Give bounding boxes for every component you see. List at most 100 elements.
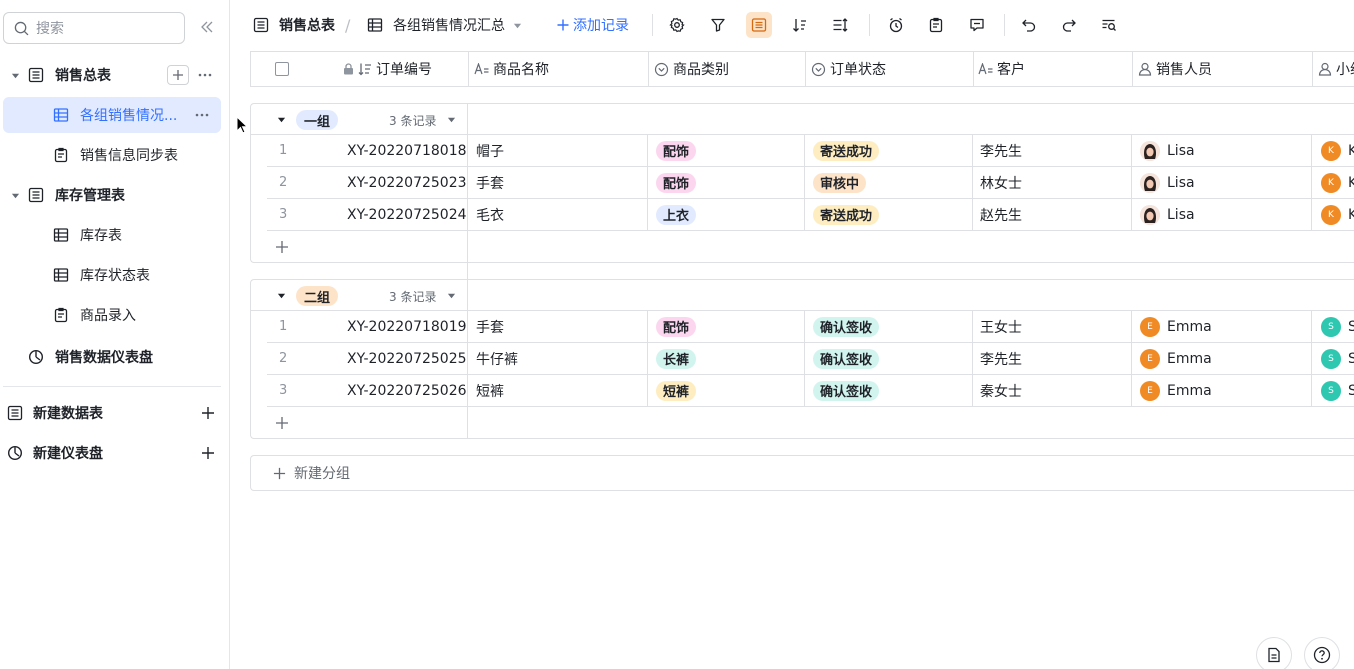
column-header-team[interactable]: 小组: [1318, 52, 1354, 86]
sidebar-item-sales-dashboard[interactable]: 销售数据仪表盘: [0, 339, 229, 375]
group-icon[interactable]: [746, 12, 772, 38]
column-header-product[interactable]: 商品名称: [474, 52, 549, 86]
status-cell[interactable]: 确认签收: [813, 375, 880, 406]
column-header-order-status[interactable]: 订单状态: [811, 52, 886, 86]
grid-header: 订单编号 商品名称 商品类别 订单状态 客户 销售人员 小: [250, 51, 1354, 87]
status-cell[interactable]: 寄送成功: [813, 199, 880, 230]
salesperson-cell[interactable]: Lisa: [1140, 167, 1195, 198]
more-icon[interactable]: [196, 65, 214, 85]
order-number-cell[interactable]: XY-20220725026: [347, 375, 467, 406]
group-tag: 一组: [296, 110, 339, 130]
salesperson-cell[interactable]: Lisa: [1140, 135, 1195, 166]
sidebar-item-inventory-table[interactable]: 库存管理表: [0, 177, 229, 213]
salesperson-cell[interactable]: Lisa: [1140, 199, 1195, 230]
status-cell[interactable]: 寄送成功: [813, 135, 880, 166]
team-cell[interactable]: KK: [1321, 167, 1354, 198]
search-records-icon[interactable]: [1096, 12, 1122, 38]
order-number-cell[interactable]: XY-20220725024: [347, 199, 467, 230]
customer-cell[interactable]: 秦女士: [980, 375, 1022, 406]
category-cell[interactable]: 配饰: [656, 311, 697, 342]
status-cell[interactable]: 确认签收: [813, 343, 880, 374]
new-table-button[interactable]: 新建数据表: [0, 395, 229, 431]
document-icon[interactable]: [1256, 637, 1292, 669]
sidebar-item-sales-table[interactable]: 销售总表: [0, 57, 229, 93]
column-header-order-no[interactable]: 订单编号: [343, 52, 432, 86]
product-name-cell[interactable]: 帽子: [476, 135, 504, 166]
sidebar-item-inventory[interactable]: 库存表: [0, 217, 229, 253]
sidebar-item-inventory-status[interactable]: 库存状态表: [0, 257, 229, 293]
add-icon[interactable]: [167, 65, 189, 85]
add-row-button[interactable]: [267, 407, 467, 438]
add-record-button[interactable]: 添加记录: [557, 0, 629, 50]
category-cell[interactable]: 短裤: [656, 375, 697, 406]
sidebar-item-sales-sync-form[interactable]: 销售信息同步表: [0, 137, 229, 173]
team-cell[interactable]: KK: [1321, 135, 1354, 166]
sidebar-item-product-entry[interactable]: 商品录入: [0, 297, 229, 333]
redo-icon[interactable]: [1056, 12, 1082, 38]
customer-cell[interactable]: 林女士: [980, 167, 1022, 198]
group-menu-caret-icon[interactable]: [447, 291, 456, 300]
order-number-cell[interactable]: XY-20220725023: [347, 167, 467, 198]
customer-cell[interactable]: 李先生: [980, 343, 1022, 374]
select-all-checkbox[interactable]: [275, 52, 289, 86]
undo-icon[interactable]: [1016, 12, 1042, 38]
category-cell[interactable]: 配饰: [656, 135, 697, 166]
order-number-cell[interactable]: XY-20220718018: [347, 135, 467, 166]
more-icon[interactable]: [193, 105, 211, 125]
salesperson-cell[interactable]: E Emma: [1140, 375, 1212, 406]
customer-cell[interactable]: 李先生: [980, 135, 1022, 166]
category-cell[interactable]: 上衣: [656, 199, 697, 230]
table-name-crumb[interactable]: 销售总表: [253, 0, 335, 50]
team-cell[interactable]: SS: [1321, 343, 1354, 374]
column-header-salesperson[interactable]: 销售人员: [1138, 52, 1212, 86]
add-icon[interactable]: [200, 405, 216, 421]
table-row[interactable]: 2 XY-20220725023 手套 配饰 审核中 林女士 Lisa K K: [267, 167, 1354, 199]
settings-icon[interactable]: [664, 12, 690, 38]
team-cell[interactable]: SS: [1321, 375, 1354, 406]
category-cell[interactable]: 长裤: [656, 343, 697, 374]
collapse-sidebar-icon[interactable]: [198, 18, 216, 36]
help-icon[interactable]: [1304, 637, 1340, 669]
caret-down-icon[interactable]: [277, 291, 286, 300]
comment-icon[interactable]: [964, 12, 990, 38]
caret-down-icon[interactable]: [277, 115, 286, 124]
table-row[interactable]: 1 XY-20220718019 手套 配饰 确认签收 王女士 E Emma S S: [267, 311, 1354, 343]
customer-cell[interactable]: 赵先生: [980, 199, 1022, 230]
product-name-cell[interactable]: 短裤: [476, 375, 504, 406]
reminder-clock-icon[interactable]: [883, 12, 909, 38]
status-cell[interactable]: 确认签收: [813, 311, 880, 342]
team-cell[interactable]: KK: [1321, 199, 1354, 230]
new-group-button[interactable]: 新建分组: [250, 455, 1354, 491]
table-row[interactable]: 3 XY-20220725024 毛衣 上衣 寄送成功 赵先生 Lisa K K: [267, 199, 1354, 231]
group-menu-caret-icon[interactable]: [447, 115, 456, 124]
caret-down-icon[interactable]: [10, 190, 20, 200]
table-row[interactable]: 1 XY-20220718018 帽子 配饰 寄送成功 李先生 Lisa K K: [267, 135, 1354, 167]
filter-icon[interactable]: [705, 12, 731, 38]
add-row-button[interactable]: [267, 231, 467, 262]
add-icon[interactable]: [200, 445, 216, 461]
caret-down-icon[interactable]: [10, 70, 20, 80]
product-name-cell[interactable]: 手套: [476, 311, 504, 342]
view-selector[interactable]: 各组销售情况汇总: [367, 0, 522, 50]
order-number-cell[interactable]: XY-20220725025: [347, 343, 467, 374]
category-cell[interactable]: 配饰: [656, 167, 697, 198]
team-cell[interactable]: SS: [1321, 311, 1354, 342]
search-input[interactable]: 搜索: [3, 12, 185, 44]
customer-cell[interactable]: 王女士: [980, 311, 1022, 342]
table-row[interactable]: 3 XY-20220725026 短裤 短裤 确认签收 秦女士 E Emma S S: [267, 375, 1354, 407]
form-view-icon[interactable]: [923, 12, 949, 38]
product-name-cell[interactable]: 毛衣: [476, 199, 504, 230]
sort-icon[interactable]: [787, 12, 813, 38]
order-number-cell[interactable]: XY-20220718019: [347, 311, 467, 342]
column-header-customer[interactable]: 客户: [978, 52, 1025, 86]
table-row[interactable]: 2 XY-20220725025 牛仔裤 长裤 确认签收 李先生 E Emma S S: [267, 343, 1354, 375]
new-dashboard-button[interactable]: 新建仪表盘: [0, 435, 229, 471]
salesperson-cell[interactable]: E Emma: [1140, 343, 1212, 374]
sidebar-item-group-sales-view[interactable]: 各组销售情况...: [3, 97, 221, 133]
salesperson-cell[interactable]: E Emma: [1140, 311, 1212, 342]
column-header-category[interactable]: 商品类别: [654, 52, 729, 86]
status-cell[interactable]: 审核中: [813, 167, 867, 198]
row-height-icon[interactable]: [827, 12, 853, 38]
product-name-cell[interactable]: 手套: [476, 167, 504, 198]
product-name-cell[interactable]: 牛仔裤: [476, 343, 518, 374]
